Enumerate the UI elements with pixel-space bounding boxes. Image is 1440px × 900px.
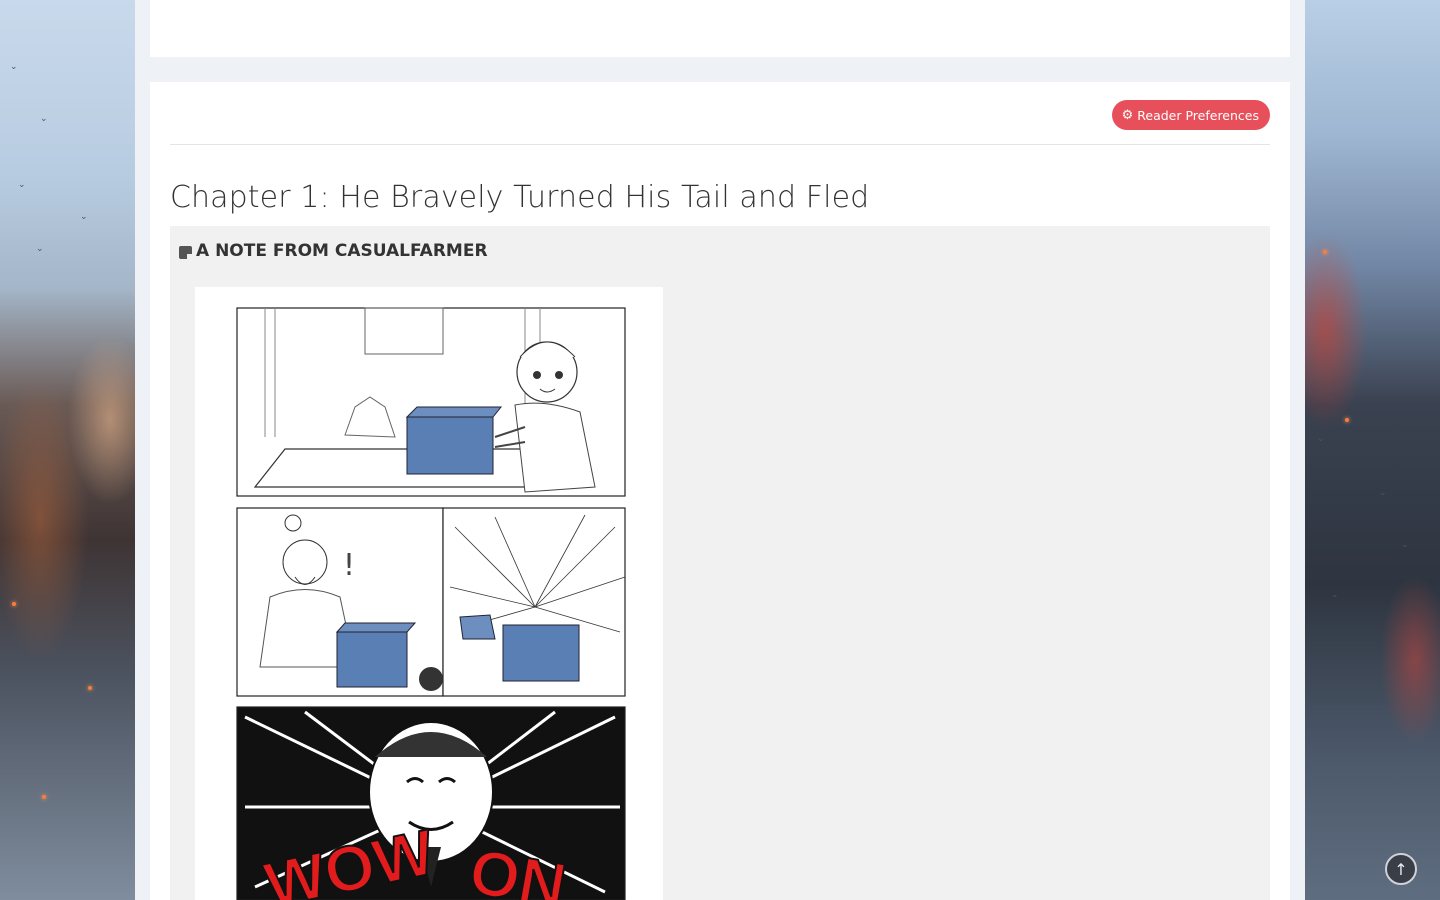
ember — [1345, 418, 1349, 422]
arrow-up-circle-icon: ↑ — [1394, 859, 1408, 879]
ember — [1323, 250, 1327, 254]
content-column: ⚙ Reader Preferences Chapter 1: He Brave… — [135, 0, 1305, 900]
bird-icon: ⌄ — [1317, 434, 1325, 444]
scroll-to-top-button[interactable]: ↑ — [1385, 853, 1417, 885]
comic-illustration: ! WOW ON — [236, 307, 626, 900]
bird-icon: ⌄ — [1401, 540, 1409, 550]
comic-panel-3: WOW ON — [236, 667, 626, 900]
chapter-title: Chapter 1: He Bravely Turned His Tail an… — [170, 180, 870, 215]
reader-preferences-label: Reader Preferences — [1137, 107, 1259, 123]
background-art-right: ⌄ ⌄ ⌄ ⌄ — [1305, 0, 1440, 900]
top-panel — [150, 0, 1290, 57]
reader-preferences-button[interactable]: ⚙ Reader Preferences — [1111, 100, 1270, 130]
bird-icon: ⌄ — [1379, 488, 1387, 498]
bird-icon: ⌄ — [80, 212, 88, 222]
bird-icon: ⌄ — [18, 180, 26, 190]
bird-icon: ⌄ — [36, 244, 44, 254]
ember — [88, 686, 92, 690]
author-note: A NOTE FROM CASUALFARMER ! WOW ON — [170, 226, 1270, 900]
bird-icon: ⌄ — [1331, 590, 1339, 600]
bird-icon: ⌄ — [10, 62, 18, 72]
comic-exclaim: ! — [343, 548, 355, 583]
ember — [12, 602, 16, 606]
gear-icon: ⚙ — [1121, 107, 1134, 123]
chapter-panel: ⚙ Reader Preferences Chapter 1: He Brave… — [150, 82, 1290, 900]
bird-icon: ⌄ — [40, 114, 48, 124]
ember — [42, 795, 46, 799]
background-art-left: ⌄ ⌄ ⌄ ⌄ ⌄ — [0, 0, 135, 900]
author-note-title: A NOTE FROM CASUALFARMER — [196, 241, 488, 261]
divider — [170, 144, 1270, 145]
author-note-header: A NOTE FROM CASUALFARMER — [179, 241, 488, 261]
comic-image: ! WOW ON — [195, 287, 663, 900]
note-icon — [179, 245, 192, 259]
comic-panel-1 — [236, 307, 626, 497]
